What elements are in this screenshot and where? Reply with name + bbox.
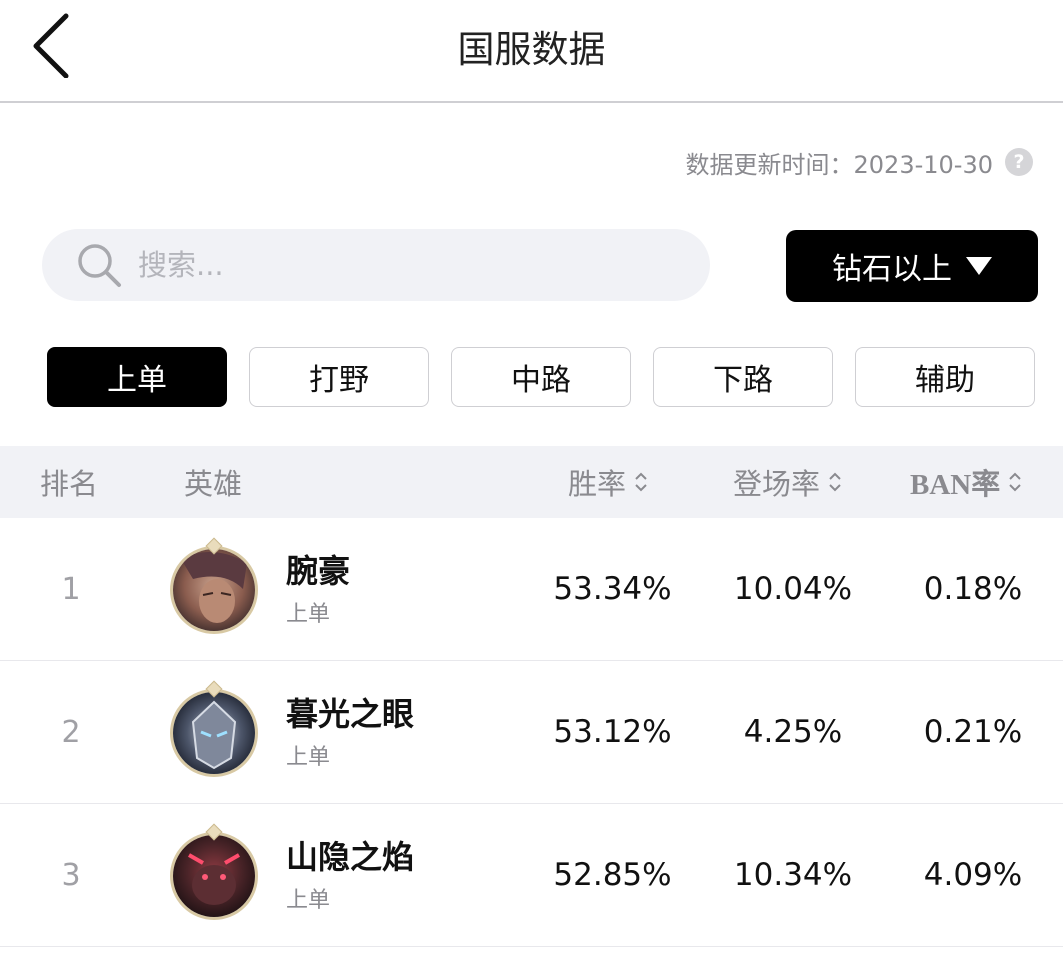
rank-column-header: 排名: [40, 446, 98, 518]
sort-icon[interactable]: [634, 471, 648, 493]
rank-number: 3: [61, 857, 81, 893]
pick-rate-value: 10.34%: [733, 857, 853, 893]
tab-top[interactable]: 上单: [47, 347, 227, 407]
ban-rate-value: 4.09%: [923, 857, 1023, 893]
ban-rate-value: 0.21%: [923, 714, 1023, 750]
page-title: 国服数据: [457, 28, 606, 71]
table-row[interactable]: 2 暮光之眼 上单 53.12% 4.25% 0.21%: [0, 661, 1063, 804]
ban-rate-value: 0.18%: [923, 571, 1023, 607]
hero-avatar: [170, 832, 258, 920]
pick-rate-column-header[interactable]: 登场率: [733, 446, 842, 518]
ban-rate-header-label: BAN率: [910, 469, 1001, 501]
top-bar: 国服数据: [0, 0, 1063, 103]
rank-tier-dropdown[interactable]: 钻石以上: [786, 230, 1038, 302]
win-rate-value: 53.34%: [553, 571, 672, 607]
hero-name: 山隐之焰: [286, 838, 415, 876]
search-input[interactable]: [138, 248, 658, 282]
table-header: 排名 英雄 胜率 登场率 BAN率: [0, 446, 1063, 518]
tab-mid[interactable]: 中路: [451, 347, 631, 407]
caret-down-icon: [966, 257, 992, 275]
win-rate-column-header[interactable]: 胜率: [568, 446, 648, 518]
update-time-text: 数据更新时间：2023-10-30: [685, 150, 993, 179]
lane-tabs: 上单 打野 中路 下路 辅助: [47, 347, 1035, 407]
win-rate-header-label: 胜率: [568, 467, 627, 501]
hero-avatar: [170, 689, 258, 777]
tab-support[interactable]: 辅助: [855, 347, 1035, 407]
table-row[interactable]: 3 山隐之焰 上单 52.85% 10.34% 4.09%: [0, 804, 1063, 947]
sort-icon[interactable]: [828, 471, 842, 493]
rank-tier-label: 钻石以上: [832, 252, 952, 287]
sort-icon[interactable]: [1008, 471, 1022, 493]
rank-header-label: 排名: [40, 467, 99, 501]
hero-name: 腕豪: [286, 552, 351, 590]
search-icon: [78, 244, 121, 287]
hero-avatar: [170, 546, 258, 634]
rank-number: 1: [61, 571, 81, 607]
update-info: 数据更新时间：2023-10-30 ?: [685, 146, 1033, 179]
hero-role: 上单: [286, 888, 331, 913]
search-bar[interactable]: [42, 229, 710, 301]
tab-jungle[interactable]: 打野: [249, 347, 429, 407]
table-row[interactable]: 1 腕豪 上单 53.34% 10.04% 0.18%: [0, 518, 1063, 661]
hero-column-header: 英雄: [184, 446, 242, 518]
win-rate-value: 53.12%: [553, 714, 672, 750]
ban-rate-column-header[interactable]: BAN率: [910, 446, 1022, 518]
rank-number: 2: [61, 714, 81, 750]
pick-rate-value: 4.25%: [743, 714, 843, 750]
pick-rate-header-label: 登场率: [733, 467, 821, 501]
hero-name: 暮光之眼: [286, 695, 415, 733]
tab-bottom[interactable]: 下路: [653, 347, 833, 407]
help-icon[interactable]: ?: [1005, 148, 1033, 176]
hero-role: 上单: [286, 602, 331, 627]
pick-rate-value: 10.04%: [733, 571, 853, 607]
hero-header-label: 英雄: [184, 467, 243, 501]
hero-role: 上单: [286, 745, 331, 770]
win-rate-value: 52.85%: [553, 857, 672, 893]
